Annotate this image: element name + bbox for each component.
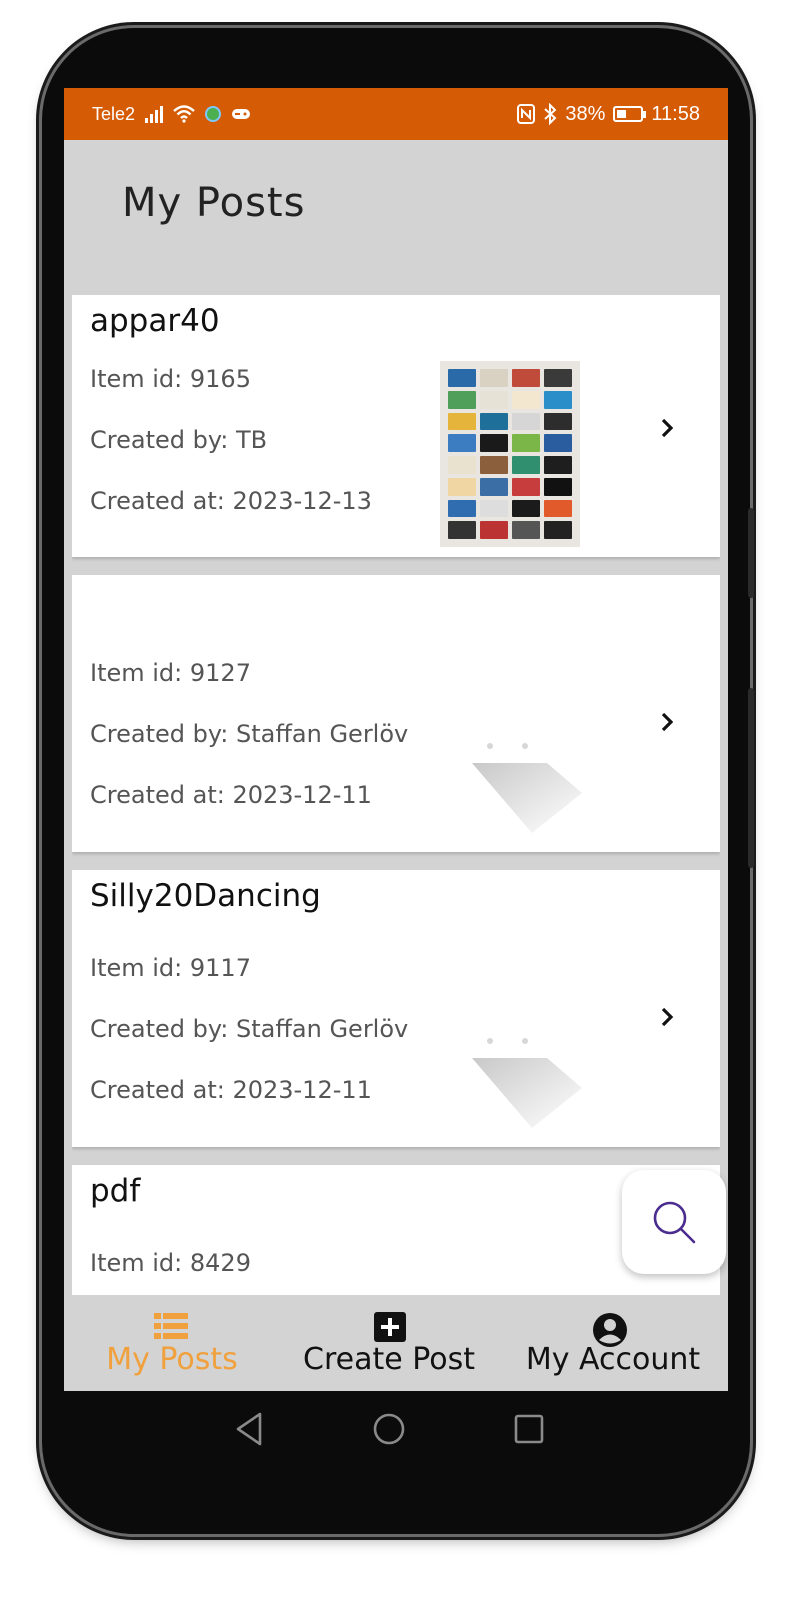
nav-create-post[interactable]: Create Post: [280, 1306, 498, 1391]
status-bar: Tele2 38% 11:58: [64, 88, 728, 140]
signal-icon: [145, 105, 164, 123]
post-item-id: Item id: 9165: [90, 365, 251, 393]
nav-label: Create Post: [303, 1342, 475, 1377]
search-button[interactable]: [622, 1170, 726, 1274]
battery-percent: 38%: [565, 102, 606, 125]
back-icon[interactable]: [234, 1411, 264, 1447]
post-created-by: Created by: TB: [90, 426, 268, 454]
controller-icon: [232, 109, 251, 119]
list-icon: [154, 1313, 188, 1339]
add-box-icon: [374, 1312, 406, 1342]
post-title: pdf: [90, 1173, 141, 1209]
post-item-id: Item id: 8429: [90, 1249, 251, 1277]
system-nav-bar: [64, 1391, 728, 1511]
post-created-at: Created at: 2023-12-13: [90, 487, 372, 515]
placeholder-icon: [472, 743, 582, 833]
home-icon[interactable]: [372, 1412, 406, 1446]
posts-list[interactable]: appar40 Item id: 9165 Created by: TB Cre…: [72, 295, 720, 1295]
carrier-label: Tele2: [92, 103, 136, 124]
post-card[interactable]: Item id: 9127 Created by: Staffan Gerlöv…: [72, 575, 720, 852]
post-created-at: Created at: 2023-12-11: [90, 781, 372, 809]
nfc-icon: [517, 104, 536, 124]
battery-icon: [613, 106, 647, 122]
chevron-right-icon[interactable]: [656, 417, 678, 439]
nav-label: My Posts: [106, 1342, 238, 1377]
placeholder-icon: [472, 1038, 582, 1128]
bluetooth-icon: [544, 103, 557, 125]
post-card[interactable]: Silly20Dancing Item id: 9117 Created by:…: [72, 870, 720, 1147]
post-title: Silly20Dancing: [90, 878, 321, 914]
poster-thumbnail: [440, 361, 580, 547]
post-item-id: Item id: 9117: [90, 954, 251, 982]
nav-label: My Account: [525, 1342, 701, 1377]
clock: 11:58: [651, 102, 700, 125]
app-screen: Tele2 38% 11:58 My Posts appar40 Item id…: [64, 88, 728, 1391]
post-item-id: Item id: 9127: [90, 659, 251, 687]
post-created-by: Created by: Staffan Gerlöv: [90, 1015, 409, 1043]
post-card[interactable]: appar40 Item id: 9165 Created by: TB Cre…: [72, 295, 720, 557]
nav-my-posts[interactable]: My Posts: [64, 1306, 280, 1391]
volume-button: [748, 508, 754, 598]
bottom-nav: My Posts Create Post My Account: [64, 1306, 728, 1391]
search-icon: [653, 1201, 696, 1244]
chevron-right-icon[interactable]: [656, 1006, 678, 1028]
nav-my-account[interactable]: My Account: [498, 1306, 728, 1391]
chevron-right-icon[interactable]: [656, 711, 678, 733]
post-created-by: Created by: Staffan Gerlöv: [90, 720, 409, 748]
globe-icon: [205, 106, 222, 122]
power-button: [748, 688, 754, 868]
phone-frame: Tele2 38% 11:58 My Posts appar40 Item id…: [42, 28, 754, 1534]
wifi-icon: [173, 105, 195, 123]
post-created-at: Created at: 2023-12-11: [90, 1076, 372, 1104]
recents-icon[interactable]: [514, 1414, 544, 1444]
post-title: appar40: [90, 303, 220, 339]
page-title: My Posts: [122, 180, 306, 226]
